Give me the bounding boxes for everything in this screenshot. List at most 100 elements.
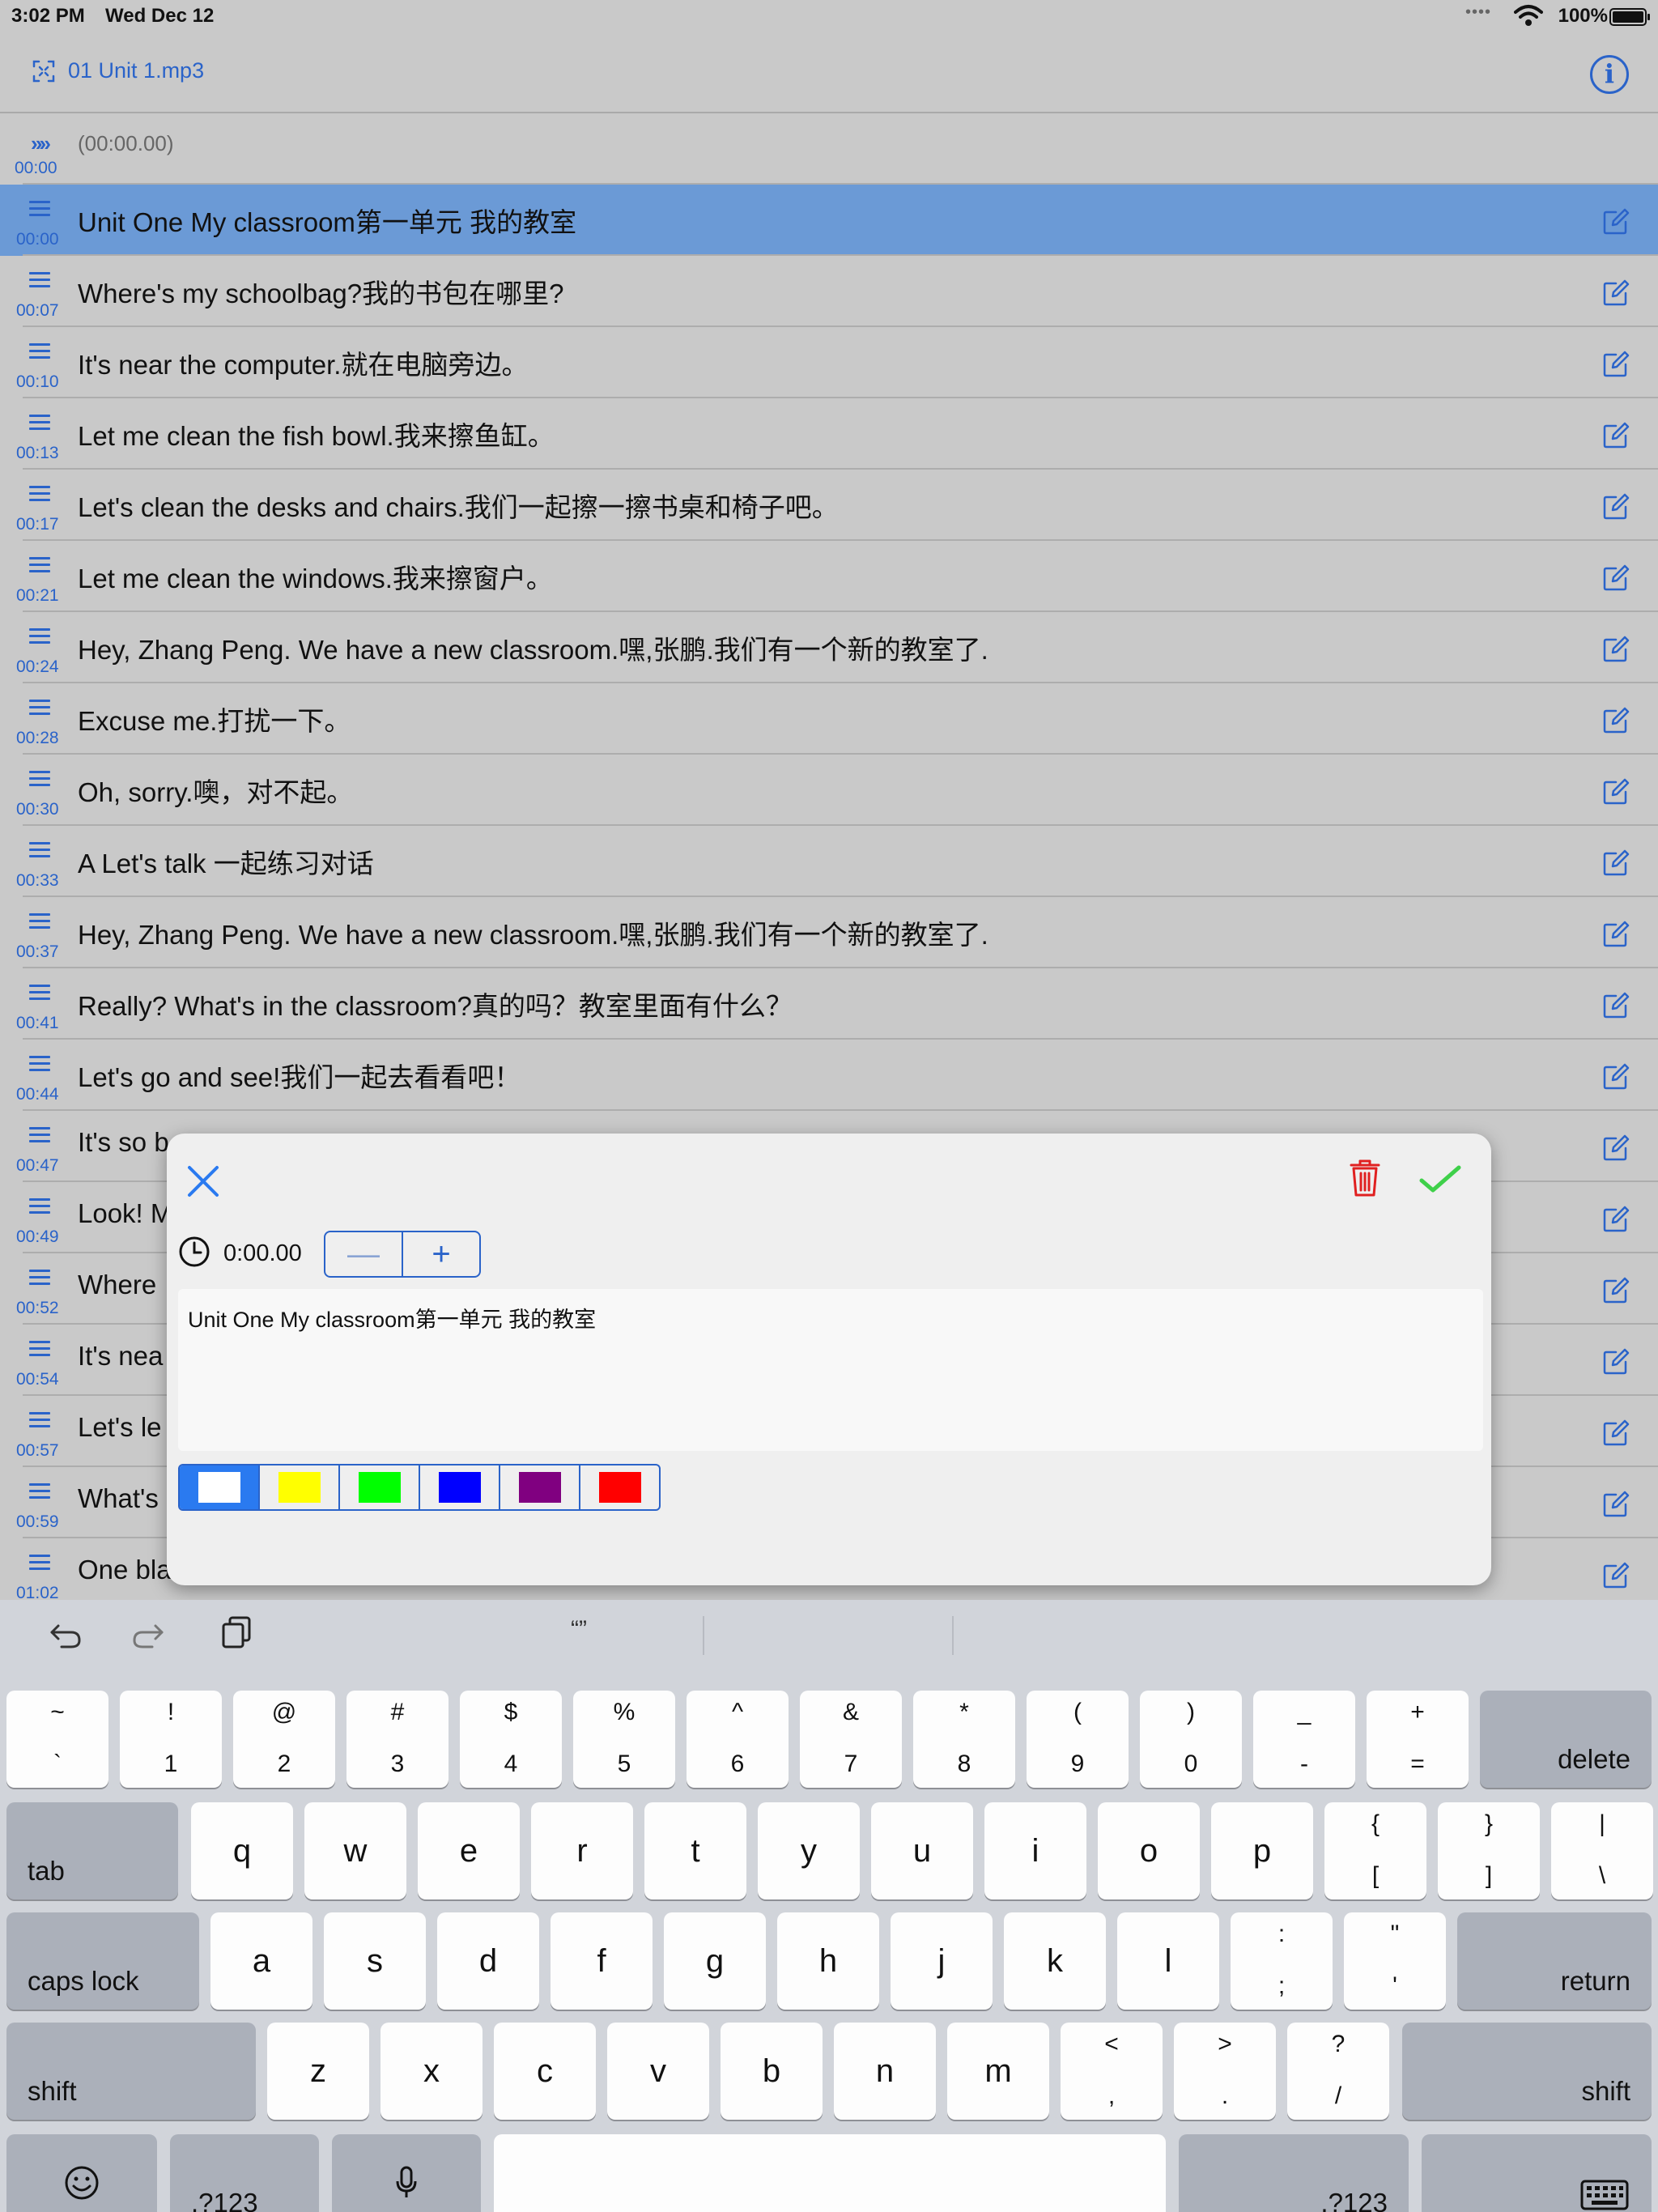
reorder-icon[interactable] [29, 1198, 50, 1214]
key-i[interactable]: i [984, 1802, 1086, 1899]
list-item[interactable]: 00:00 Unit One My classroom第一单元 我的教室 [0, 185, 1658, 256]
key-j[interactable]: j [891, 1912, 993, 2010]
caps-lock-key[interactable]: caps lock [6, 1912, 199, 2010]
numbers-key-left[interactable]: .?123 [170, 2134, 319, 2212]
key-symbol[interactable]: :; [1231, 1912, 1333, 2010]
shift-key-right[interactable]: shift [1402, 2023, 1652, 2120]
key-d[interactable]: d [437, 1912, 539, 2010]
expand-icon[interactable] [32, 60, 55, 83]
list-item[interactable]: 00:30 Oh, sorry.噢，对不起。 [0, 755, 1658, 826]
close-icon[interactable] [185, 1163, 222, 1200]
list-item[interactable]: 00:33 A Let's talk 一起练习对话 [0, 826, 1658, 897]
reorder-icon[interactable] [29, 913, 50, 929]
reorder-icon[interactable] [29, 1056, 50, 1072]
emoji-key[interactable] [6, 2134, 157, 2212]
key-m[interactable]: m [947, 2023, 1049, 2120]
list-item[interactable]: 00:24 Hey, Zhang Peng. We have a new clas… [0, 612, 1658, 683]
edit-icon[interactable] [1601, 1561, 1630, 1590]
key-v[interactable]: v [607, 2023, 709, 2120]
key-6[interactable]: ^ 6 [687, 1691, 789, 1788]
edit-icon[interactable] [1601, 777, 1630, 806]
edit-icon[interactable] [1601, 1276, 1630, 1305]
list-item[interactable]: 00:07 Where's my schoolbag?我的书包在哪里? [0, 256, 1658, 327]
key-9[interactable]: (9 [1027, 1691, 1129, 1788]
edit-icon[interactable] [1601, 1490, 1630, 1519]
key-2[interactable]: @2 [233, 1691, 335, 1788]
edit-icon[interactable] [1601, 920, 1630, 949]
suggestion-item[interactable]: “” [453, 1616, 704, 1644]
trash-icon[interactable] [1349, 1158, 1381, 1198]
reorder-icon[interactable] [29, 842, 50, 858]
key-symbol[interactable]: <, [1061, 2023, 1163, 2120]
edit-icon[interactable] [1601, 421, 1630, 450]
key-0[interactable]: ) 0 [1140, 1691, 1242, 1788]
reorder-icon[interactable] [29, 1412, 50, 1428]
list-item[interactable]: 00:28 Excuse me.打扰一下。 [0, 683, 1658, 755]
key-l[interactable]: l [1117, 1912, 1219, 2010]
list-item[interactable]: 00:21 Let me clean the windows.我来擦窗户。 [0, 541, 1658, 612]
key-8[interactable]: * 8 [913, 1691, 1015, 1788]
key-4[interactable]: $4 [460, 1691, 562, 1788]
edit-icon[interactable] [1601, 991, 1630, 1020]
edit-icon[interactable] [1601, 1347, 1630, 1376]
paste-icon[interactable] [220, 1614, 253, 1650]
key-u[interactable]: u [871, 1802, 973, 1899]
edit-icon[interactable] [1601, 1205, 1630, 1234]
list-item[interactable]: 00:17 Let's clean the desks and chairs.我们… [0, 470, 1658, 541]
key-t[interactable]: t [644, 1802, 746, 1899]
key--[interactable]: _ - [1253, 1691, 1355, 1788]
info-icon[interactable]: i [1590, 55, 1629, 94]
edit-icon[interactable] [1601, 207, 1630, 236]
edit-icon[interactable] [1601, 492, 1630, 521]
list-header-row[interactable]: »» 00:00 (00:00.00) [0, 113, 1658, 185]
color-option[interactable] [580, 1465, 659, 1509]
key-w[interactable]: w [304, 1802, 406, 1899]
edit-icon[interactable] [1601, 1134, 1630, 1163]
reorder-icon[interactable] [29, 343, 50, 359]
reorder-icon[interactable] [29, 1555, 50, 1571]
reorder-icon[interactable] [29, 1341, 50, 1357]
key-=[interactable]: + = [1367, 1691, 1469, 1788]
edit-icon[interactable] [1601, 1062, 1630, 1091]
list-item[interactable]: 00:41 Really? What's in the classroom?真的吗… [0, 968, 1658, 1040]
tab-key[interactable]: tab [6, 1802, 178, 1899]
check-icon[interactable] [1418, 1163, 1464, 1195]
key-y[interactable]: y [758, 1802, 860, 1899]
reorder-icon[interactable] [29, 486, 50, 502]
list-item[interactable]: 00:37 Hey, Zhang Peng. We have a new clas… [0, 897, 1658, 968]
list-item[interactable]: 00:10 It's near the computer.就在电脑旁边。 [0, 327, 1658, 398]
decrement-button[interactable]: — [325, 1232, 403, 1276]
key-n[interactable]: n [834, 2023, 936, 2120]
color-option[interactable] [260, 1465, 340, 1509]
reorder-icon[interactable] [29, 1483, 50, 1499]
key-f[interactable]: f [551, 1912, 653, 2010]
reorder-icon[interactable] [29, 700, 50, 716]
list-item[interactable]: 00:13 Let me clean the fish bowl.我来擦鱼缸。 [0, 398, 1658, 470]
key-symbol[interactable]: {[ [1324, 1802, 1426, 1899]
color-option[interactable] [180, 1465, 260, 1509]
increment-button[interactable]: + [403, 1232, 479, 1276]
key-q[interactable]: q [191, 1802, 293, 1899]
key-7[interactable]: & 7 [800, 1691, 902, 1788]
key-c[interactable]: c [494, 2023, 596, 2120]
key-a[interactable]: a [210, 1912, 312, 2010]
delete-key[interactable]: delete [1480, 1691, 1652, 1788]
color-option[interactable] [340, 1465, 420, 1509]
color-option[interactable] [420, 1465, 500, 1509]
key-symbol[interactable]: >. [1174, 2023, 1276, 2120]
key-symbol[interactable]: " ' [1344, 1912, 1446, 2010]
key-1[interactable]: ! 1 [120, 1691, 222, 1788]
key-x[interactable]: x [380, 2023, 483, 2120]
edit-icon[interactable] [1601, 635, 1630, 664]
key-5[interactable]: % 5 [573, 1691, 675, 1788]
dictation-key[interactable] [332, 2134, 481, 2212]
key-p[interactable]: p [1211, 1802, 1313, 1899]
subtitle-text-area[interactable]: Unit One My classroom第一单元 我的教室 [178, 1289, 1483, 1451]
edit-icon[interactable] [1601, 279, 1630, 308]
undo-icon[interactable] [45, 1618, 83, 1650]
shift-key-left[interactable]: shift [6, 2023, 256, 2120]
key-b[interactable]: b [721, 2023, 823, 2120]
key-o[interactable]: o [1098, 1802, 1200, 1899]
edit-icon[interactable] [1601, 706, 1630, 735]
time-stepper[interactable]: — + [324, 1231, 481, 1278]
